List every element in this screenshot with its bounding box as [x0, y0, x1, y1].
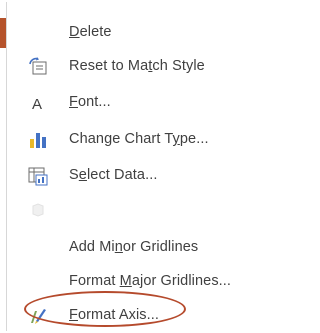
- menu-item-select-data[interactable]: Select Data...: [7, 159, 287, 193]
- mnemonic-letter: e: [78, 167, 87, 183]
- menu-item-change-chart-type[interactable]: Change Chart Type...: [7, 123, 287, 157]
- mnemonic-letter: D: [69, 24, 80, 40]
- menu-item-label: Change Chart Type...: [69, 131, 209, 147]
- menu-item-label: Font...: [69, 94, 111, 110]
- svg-text:A: A: [32, 96, 42, 113]
- select-data-icon: [27, 165, 49, 187]
- menu-item-label: Select Data...: [69, 167, 158, 183]
- menu-item-delete[interactable]: Delete: [7, 16, 287, 50]
- mnemonic-letter: F: [69, 94, 78, 110]
- mnemonic-letter: t: [148, 58, 153, 74]
- mnemonic-letter: n: [114, 239, 123, 255]
- reset-style-icon: [27, 56, 49, 78]
- menu-item-reset-to-match-style[interactable]: Reset to Match Style: [7, 50, 287, 84]
- menu-item-add-minor-gridlines[interactable]: Add Minor Gridlines: [7, 231, 287, 265]
- menu-item-label: Delete: [69, 24, 112, 40]
- font-icon: A: [27, 92, 49, 114]
- highlight-ellipse: [24, 291, 186, 327]
- menu-item-font[interactable]: A Font...: [7, 86, 287, 120]
- menu-item-label: Add Minor Gridlines: [69, 239, 199, 255]
- menu-item-label: Format Major Gridlines...: [69, 273, 232, 289]
- 3d-rotation-icon: [27, 200, 49, 222]
- menu-item-3d-rotation: [7, 194, 287, 228]
- context-menu: Delete Reset to Match Style A Font... Ch…: [6, 2, 290, 331]
- mnemonic-letter: y: [172, 131, 180, 147]
- mnemonic-letter: M: [119, 273, 132, 289]
- menu-item-label: Reset to Match Style: [69, 58, 205, 74]
- chart-type-icon: [27, 129, 49, 151]
